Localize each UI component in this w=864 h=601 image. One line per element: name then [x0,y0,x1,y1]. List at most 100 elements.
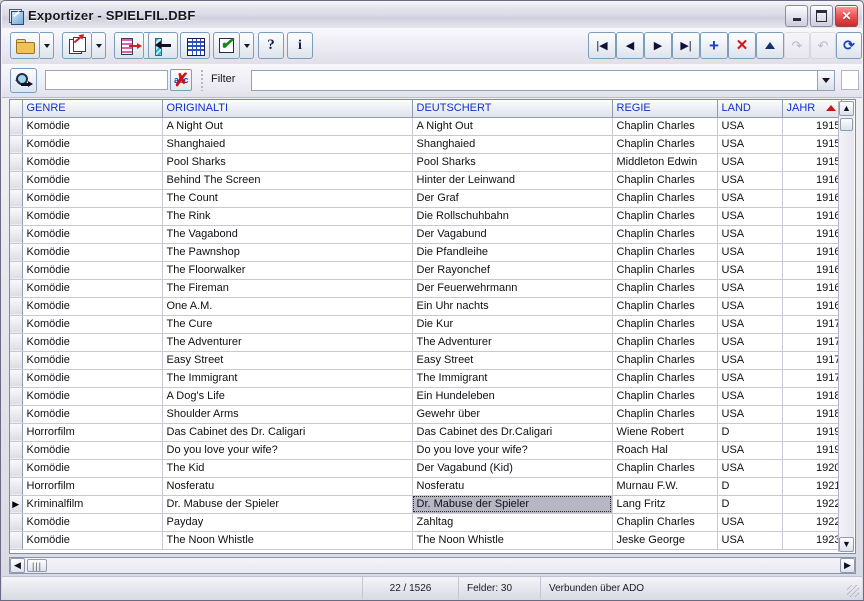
column-header-jahr[interactable]: JAHR [782,100,842,118]
cell-deutschert[interactable]: Ein Uhr nachts [412,297,613,316]
data-grid[interactable]: GENRE ORIGINALTI DEUTSCHERT REGIE LAND J… [9,99,856,554]
open-file-dropdown[interactable] [40,32,54,59]
scroll-up-button[interactable]: ▲ [839,101,854,116]
row-indicator-cell[interactable] [10,189,23,208]
cell-genre[interactable]: Komödie [22,207,163,226]
row-indicator-cell[interactable] [10,333,23,352]
cell-land[interactable]: USA [717,135,783,154]
cell-land[interactable]: USA [717,405,783,424]
cell-land[interactable]: USA [717,153,783,172]
column-header-originalti[interactable]: ORIGINALTI [162,100,413,118]
cell-genre[interactable]: Komödie [22,441,163,460]
select-check-dropdown[interactable] [240,32,254,59]
cell-deutschert[interactable]: The Adventurer [412,333,613,352]
filter-input[interactable] [251,70,835,91]
cell-jahr[interactable]: 1917 [782,315,842,334]
scroll-right-button[interactable]: ▶ [840,558,855,573]
cell-jahr[interactable]: 1918 [782,387,842,406]
cell-deutschert[interactable]: Die Pfandleihe [412,243,613,262]
cell-genre[interactable]: Komödie [22,261,163,280]
cell-genre[interactable]: Komödie [22,387,163,406]
cell-originalti[interactable]: Das Cabinet des Dr. Caligari [162,423,413,442]
cell-regie[interactable]: Chaplin Charles [612,279,718,298]
table-row[interactable]: Komödie A Night Out A Night Out Chaplin Cha… [10,117,842,136]
first-record-button[interactable]: |◀ [588,32,616,59]
row-indicator-cell[interactable] [10,207,23,226]
row-indicator-cell[interactable]: ▶ [10,495,23,514]
cell-land[interactable]: USA [717,513,783,532]
cell-genre[interactable]: Komödie [22,351,163,370]
cell-originalti[interactable]: Shoulder Arms [162,405,413,424]
cell-originalti[interactable]: Do you love your wife? [162,441,413,460]
cell-land[interactable]: D [717,495,783,514]
cell-jahr[interactable]: 1920 [782,459,842,478]
cell-land[interactable]: USA [717,261,783,280]
table-row[interactable]: Horrorfilm Das Cabinet des Dr. Caligari Da… [10,423,842,442]
cell-jahr[interactable]: 1922 [782,513,842,532]
table-row[interactable]: Komödie The Adventurer The Adventurer Chapl… [10,333,842,352]
cell-deutschert[interactable]: Shanghaied [412,135,613,154]
cell-deutschert[interactable]: Nosferatu [412,477,613,496]
cell-deutschert[interactable]: Ein Hundeleben [412,387,613,406]
cell-genre[interactable]: Komödie [22,189,163,208]
row-indicator-cell[interactable] [10,279,23,298]
cell-genre[interactable]: Komödie [22,531,163,550]
row-indicator-cell[interactable] [10,351,23,370]
cell-genre[interactable]: Komödie [22,405,163,424]
cell-deutschert[interactable]: Die Kur [412,315,613,334]
scroll-down-button[interactable]: ▼ [839,537,854,552]
cell-originalti[interactable]: The Vagabond [162,225,413,244]
cell-originalti[interactable]: The Pawnshop [162,243,413,262]
delete-record-button[interactable]: ✕ [728,32,756,59]
resize-grip-icon[interactable] [847,585,859,597]
table-row[interactable]: Komödie Easy Street Easy Street Chaplin Cha… [10,351,842,370]
cell-regie[interactable]: Wiene Robert [612,423,718,442]
table-row[interactable]: Komödie The Noon Whistle The Noon Whistle J… [10,531,842,550]
cell-deutschert[interactable]: Der Rayonchef [412,261,613,280]
cell-deutschert[interactable]: Hinter der Leinwand [412,171,613,190]
column-header-land[interactable]: LAND [717,100,783,118]
row-indicator-cell[interactable] [10,405,23,424]
cell-originalti[interactable]: Dr. Mabuse der Spieler [162,495,413,514]
cell-genre[interactable]: Horrorfilm [22,423,163,442]
table-row[interactable]: Komödie A Dog's Life Ein Hundeleben Chaplin… [10,387,842,406]
horizontal-scroll-thumb[interactable]: ||| [27,559,47,572]
cell-genre[interactable]: Komödie [22,315,163,334]
row-indicator-cell[interactable] [10,513,23,532]
cell-deutschert[interactable]: Der Vagabund [412,225,613,244]
row-indicator-cell[interactable] [10,297,23,316]
cell-jahr[interactable]: 1915 [782,153,842,172]
cell-jahr[interactable]: 1921 [782,477,842,496]
about-button[interactable]: i [287,32,313,59]
cell-jahr[interactable]: 1916 [782,171,842,190]
cell-originalti[interactable]: The Rink [162,207,413,226]
cell-originalti[interactable]: Nosferatu [162,477,413,496]
cell-genre[interactable]: Kriminalfilm [22,495,163,514]
table-row[interactable]: Komödie The Rink Die Rollschuhbahn Chaplin … [10,207,842,226]
cell-land[interactable]: USA [717,279,783,298]
cell-land[interactable]: USA [717,297,783,316]
cell-genre[interactable]: Komödie [22,459,163,478]
cell-genre[interactable]: Komödie [22,369,163,388]
cell-land[interactable]: USA [717,387,783,406]
cell-land[interactable]: USA [717,315,783,334]
cell-genre[interactable]: Komödie [22,279,163,298]
cell-regie[interactable]: Chaplin Charles [612,189,718,208]
cell-originalti[interactable]: A Dog's Life [162,387,413,406]
cell-originalti[interactable]: Easy Street [162,351,413,370]
row-indicator-cell[interactable] [10,153,23,172]
table-row[interactable]: Komödie Shoulder Arms Gewehr über Chaplin C… [10,405,842,424]
cell-regie[interactable]: Chaplin Charles [612,261,718,280]
cell-originalti[interactable]: The Noon Whistle [162,531,413,550]
cell-jahr[interactable]: 1916 [782,243,842,262]
cell-regie[interactable]: Chaplin Charles [612,351,718,370]
insert-record-button[interactable]: + [700,32,728,59]
table-row[interactable]: Komödie The Floorwalker Der Rayonchef Chapl… [10,261,842,280]
row-indicator-cell[interactable] [10,423,23,442]
cell-regie[interactable]: Roach Hal [612,441,718,460]
scroll-left-button[interactable]: ◀ [10,558,25,573]
cell-land[interactable]: USA [717,333,783,352]
cell-regie[interactable]: Chaplin Charles [612,405,718,424]
cell-genre[interactable]: Komödie [22,225,163,244]
cell-land[interactable]: USA [717,459,783,478]
